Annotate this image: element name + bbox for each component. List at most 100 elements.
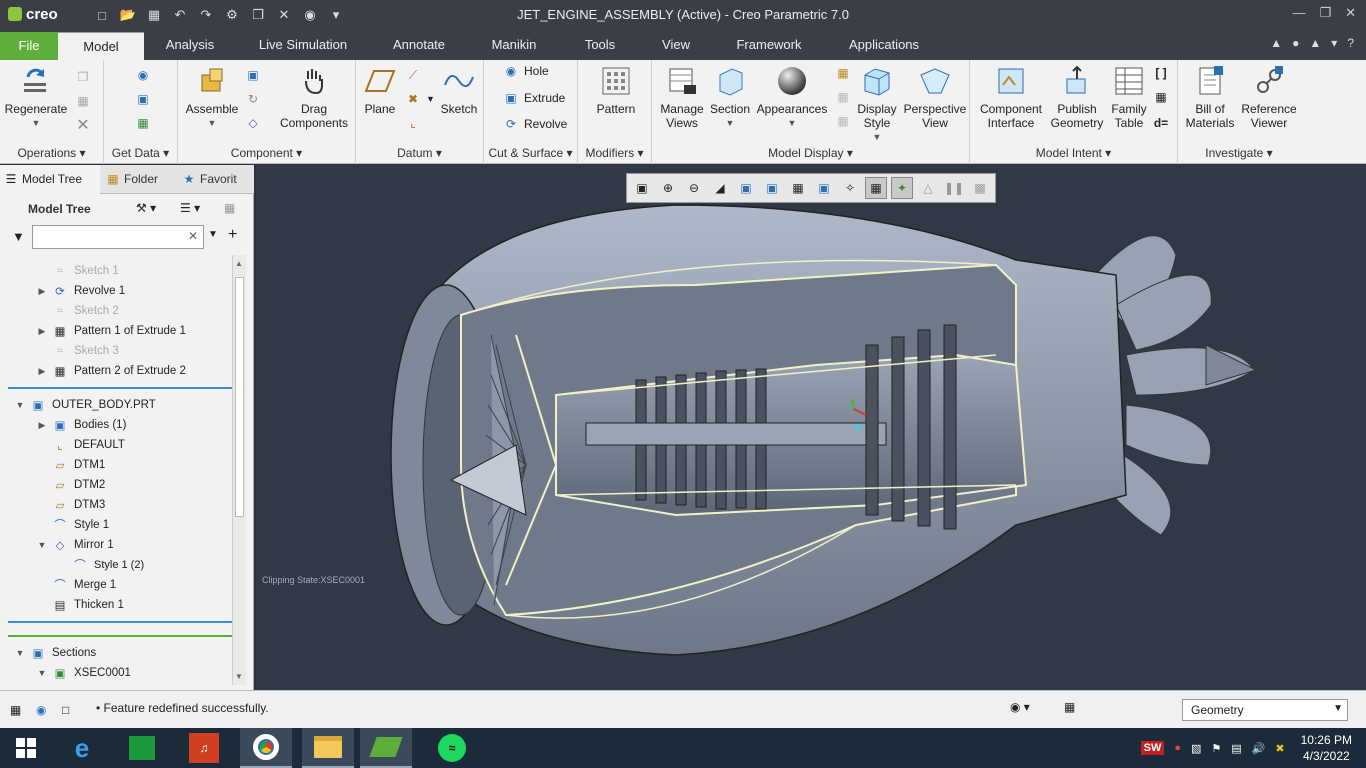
refit-icon[interactable]: ▣: [631, 177, 653, 199]
drag-components-button[interactable]: Drag Components: [276, 64, 352, 130]
taskbar-music[interactable]: ♫: [178, 728, 230, 768]
find-icon[interactable]: ◉ ▾: [1010, 700, 1030, 714]
modifiers-group-label[interactable]: Modifiers ▾: [578, 146, 651, 160]
plane-button[interactable]: Plane: [360, 64, 400, 116]
selected-items-icon[interactable]: ▦: [1064, 700, 1075, 714]
sketch-button[interactable]: Sketch: [438, 64, 480, 116]
zoom-in-icon[interactable]: ⊕: [657, 177, 679, 199]
start-button[interactable]: [0, 728, 52, 768]
manage-views-button[interactable]: Manage Views: [656, 64, 708, 130]
flag-tray-icon[interactable]: ⚑: [1211, 742, 1221, 755]
section-dropdown-icon[interactable]: ▼: [708, 116, 752, 130]
tree-search-input[interactable]: ✕: [32, 225, 204, 249]
hole-button[interactable]: ◉ Hole: [502, 60, 549, 82]
filter-icon[interactable]: ▼: [12, 229, 25, 244]
repaint-icon[interactable]: ◢: [709, 177, 731, 199]
help-icon[interactable]: ?: [1347, 36, 1354, 50]
axis-button[interactable]: ⟋: [404, 64, 422, 86]
regenerate-button[interactable]: Regenerate ▼: [4, 64, 68, 130]
tree-row-sketch2[interactable]: ≈ Sketch 2: [36, 301, 119, 321]
usb-tray-icon[interactable]: ▧: [1191, 742, 1201, 755]
coordinate-system-button[interactable]: ⌞: [404, 112, 422, 134]
datum-group-label[interactable]: Datum ▾: [356, 146, 483, 160]
tree-row-dtm3[interactable]: ▱ DTM3: [36, 495, 106, 515]
zoom-out-icon[interactable]: ⊖: [683, 177, 705, 199]
view-manager-small-button[interactable]: ▦: [834, 62, 852, 84]
selection-filter-dropdown[interactable]: Geometry ▼: [1182, 699, 1348, 721]
taskbar-creo[interactable]: [360, 728, 412, 768]
get-data-group-label[interactable]: Get Data ▾: [104, 146, 177, 160]
tree-row-thicken1[interactable]: ▤ Thicken 1: [36, 595, 124, 615]
family-table-button[interactable]: Family Table: [1106, 64, 1152, 130]
taskbar-clock[interactable]: 10:26 PM 4/3/2022: [1301, 732, 1352, 764]
taskbar-store[interactable]: [116, 728, 168, 768]
perspective-icon[interactable]: ▣: [813, 177, 835, 199]
tab-analysis[interactable]: Analysis: [152, 34, 228, 60]
app-tray-icon[interactable]: ✖: [1275, 742, 1284, 755]
tree-row-dtm2[interactable]: ▱ DTM2: [36, 475, 106, 495]
tab-folder-browser[interactable]: ▦ Folder: [102, 165, 174, 194]
tab-applications[interactable]: Applications: [840, 34, 928, 60]
insert-indicator-1[interactable]: [8, 387, 232, 389]
tab-annotate[interactable]: Annotate: [384, 34, 454, 60]
component-group-label[interactable]: Component ▾: [178, 146, 355, 160]
tree-row-default-csys[interactable]: ⌞ DEFAULT: [36, 435, 125, 455]
tree-row-bodies[interactable]: ▶ ▣ Bodies (1): [36, 415, 127, 435]
expand-icon[interactable]: ▶: [36, 326, 48, 337]
repeat-button[interactable]: ↻: [244, 88, 262, 110]
scroll-thumb[interactable]: [235, 277, 244, 517]
appearances-dropdown-icon[interactable]: ▼: [754, 116, 830, 130]
model-display-group-label[interactable]: Model Display ▾: [652, 146, 969, 160]
datum-display-filters-icon[interactable]: ✧: [839, 177, 861, 199]
tree-show-icon[interactable]: ☰ ▾: [180, 201, 200, 215]
tab-favorites[interactable]: ★ Favorit: [178, 165, 254, 194]
tree-row-merge1[interactable]: ⌒ Merge 1: [36, 575, 116, 595]
create-component-button[interactable]: ▣: [244, 64, 262, 86]
tree-row-mirror1[interactable]: ▼ ◇ Mirror 1: [36, 535, 114, 555]
collapse-icon[interactable]: ▼: [14, 400, 26, 410]
tree-row-revolve1[interactable]: ▶ ⟳ Revolve 1: [36, 281, 126, 301]
scroll-down-icon[interactable]: ▼: [235, 672, 243, 681]
tree-row-pattern1[interactable]: ▶ ▦ Pattern 1 of Extrude 1: [36, 321, 186, 341]
network-tray-icon[interactable]: ▤: [1231, 742, 1241, 755]
copy-geometry-button[interactable]: ▣: [134, 88, 152, 110]
point-button[interactable]: ✖ ▼: [404, 88, 435, 110]
tab-framework[interactable]: Framework: [728, 34, 810, 60]
help-dropdown-icon[interactable]: ▾: [1331, 36, 1337, 50]
saved-orientations-icon[interactable]: ▣: [761, 177, 783, 199]
collapse-icon[interactable]: ▼: [14, 648, 26, 658]
tree-row-outer-body[interactable]: ▼ ▣ OUTER_BODY.PRT: [14, 395, 156, 415]
delete-button[interactable]: ✕: [74, 114, 92, 136]
tab-manikin[interactable]: Manikin: [482, 34, 546, 60]
restore-icon[interactable]: ❐: [1319, 5, 1331, 21]
perspective-view-button[interactable]: Perspective View: [902, 64, 968, 130]
clear-search-icon[interactable]: ✕: [188, 229, 198, 243]
tab-live-simulation[interactable]: Live Simulation: [248, 34, 358, 60]
tree-row-style1-2[interactable]: ⌒ Style 1 (2): [56, 555, 144, 575]
taskbar-file-explorer[interactable]: [302, 728, 354, 768]
assemble-dropdown-icon[interactable]: ▼: [184, 116, 240, 130]
switch-dimensions-button[interactable]: ▦: [1152, 86, 1170, 108]
operations-group-label[interactable]: Operations ▾: [0, 146, 103, 160]
display-style-view-icon[interactable]: ▣: [735, 177, 757, 199]
disabled-display-button[interactable]: ▦: [834, 86, 852, 108]
jet-engine-model[interactable]: [256, 165, 1366, 690]
user-defined-feature-button[interactable]: ◉: [134, 64, 152, 86]
tree-row-sections[interactable]: ▼ ▣ Sections: [14, 643, 97, 663]
close-icon[interactable]: ✕: [1345, 5, 1356, 21]
tree-row-sketch1[interactable]: ≈ Sketch 1: [36, 261, 119, 281]
tree-row-style1[interactable]: ⌒ Style 1: [36, 515, 109, 535]
collapse-icon[interactable]: ▼: [36, 668, 48, 678]
tree-columns-icon[interactable]: ▦: [224, 201, 235, 215]
tab-file[interactable]: File: [0, 32, 58, 60]
section-button[interactable]: Section ▼: [708, 64, 752, 130]
minimize-icon[interactable]: —: [1292, 5, 1305, 21]
point-dropdown-icon[interactable]: ▼: [426, 94, 435, 104]
bulb-icon[interactable]: ●: [1292, 36, 1299, 50]
taskbar-edge[interactable]: e: [56, 728, 108, 768]
spin-center-icon[interactable]: ▦: [865, 177, 887, 199]
display-style-button[interactable]: Display Style ▼: [854, 64, 900, 144]
insert-here-indicator[interactable]: [8, 635, 232, 637]
expand-icon[interactable]: ▶: [36, 286, 48, 297]
mirror-component-button[interactable]: ◇: [244, 112, 262, 134]
